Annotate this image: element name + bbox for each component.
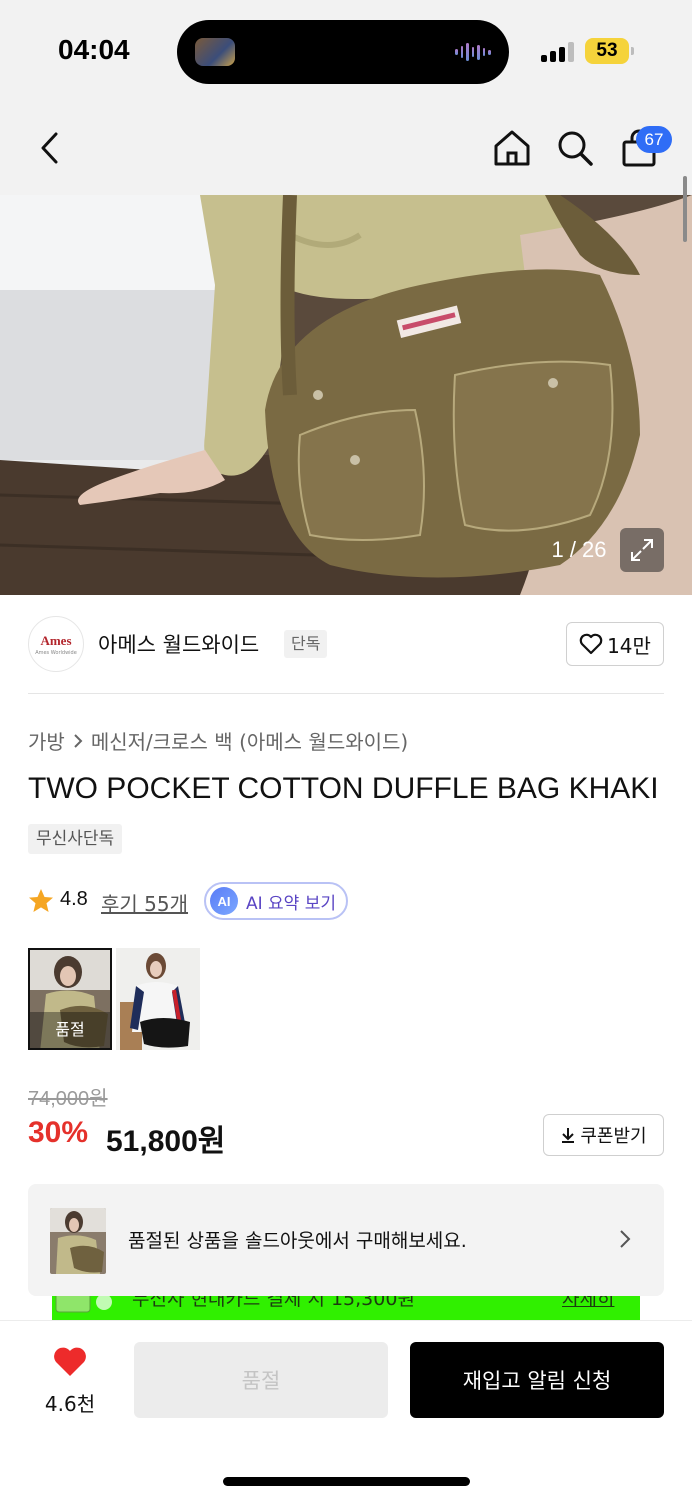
brand-like-count: 14만: [607, 633, 651, 658]
card-promo-banner[interactable]: 무신사 현대카드 결제 시 15,300원 자세히: [52, 1296, 640, 1320]
rating-value: 4.8: [60, 888, 88, 910]
promo-text: 무신사 현대카드 결제 시 15,300원: [132, 1296, 415, 1310]
image-counter: 1 / 26: [551, 537, 607, 562]
brand-row: Ames Ames Worldwide 아메스 월드와이드 단독 14만: [28, 616, 664, 672]
chevron-right-icon: [620, 1230, 631, 1248]
wishlist-count: 4.6천: [44, 1392, 96, 1416]
product-title: TWO POCKET COTTON DUFFLE BAG KHAKI: [28, 772, 659, 805]
heart-filled-icon: [54, 1347, 86, 1376]
breadcrumb-subcategory[interactable]: 메신저/크로스 백 (아메스 월드와이드): [91, 726, 408, 755]
star-icon: [29, 889, 53, 912]
cart-count-badge: 67: [636, 126, 672, 153]
scrollbar[interactable]: [683, 176, 687, 242]
status-time: 04:04: [58, 34, 130, 65]
battery-indicator: 53: [585, 38, 629, 64]
brand-logo-text: Ames: [40, 632, 72, 648]
top-navigation: [0, 100, 692, 195]
status-bar: 04:04 53: [0, 0, 692, 100]
expand-image-button[interactable]: [620, 528, 664, 572]
brand-like-button[interactable]: 14만: [566, 622, 664, 666]
download-icon: [562, 1128, 575, 1143]
cellular-signal-icon: [541, 40, 575, 62]
brand-exclusive-tag: 단독: [284, 630, 328, 658]
coupon-label: 쿠폰받기: [580, 1126, 647, 1147]
promo-detail-link[interactable]: 자세히: [562, 1296, 614, 1311]
brand-logo[interactable]: Ames Ames Worldwide: [28, 616, 84, 672]
now-playing-artwork: [195, 38, 235, 66]
variant-thumbnail-khaki[interactable]: 품절: [28, 948, 112, 1050]
dynamic-island[interactable]: [177, 20, 509, 84]
sale-price: 51,800원: [106, 1125, 226, 1158]
breadcrumb: 가방 메신저/크로스 백 (아메스 월드와이드): [28, 726, 408, 755]
breadcrumb-category[interactable]: 가방: [28, 726, 65, 755]
review-count-link[interactable]: 후기 55개: [101, 888, 188, 917]
variant-soldout-label: 품절: [30, 1012, 110, 1048]
variant-thumbnail-black[interactable]: [116, 948, 200, 1050]
soldout-marketplace-banner[interactable]: 품절된 상품을 솔드아웃에서 구매해보세요.: [28, 1184, 664, 1296]
home-icon[interactable]: [492, 128, 532, 168]
home-indicator[interactable]: [223, 1477, 470, 1486]
soldout-banner-text: 품절된 상품을 솔드아웃에서 구매해보세요.: [128, 1230, 467, 1252]
wishlist-button[interactable]: 4.6천: [30, 1344, 110, 1416]
variant-photo: [116, 948, 200, 1050]
soldout-button[interactable]: 품절: [134, 1342, 388, 1418]
original-price: 74,000원: [28, 1088, 108, 1110]
ai-summary-button[interactable]: AI AI 요약 보기: [204, 882, 348, 920]
heart-outline-icon: [579, 633, 603, 655]
battery-tip: [631, 47, 634, 55]
restock-alert-button[interactable]: 재입고 알림 신청: [410, 1342, 664, 1418]
chevron-right-icon: [74, 733, 83, 748]
rating-row: 4.8 후기 55개 AI AI 요약 보기: [28, 882, 428, 920]
search-icon[interactable]: [555, 128, 595, 168]
back-icon[interactable]: [30, 128, 70, 168]
expand-icon: [631, 539, 653, 561]
divider: [28, 693, 664, 694]
ai-icon: AI: [210, 887, 238, 915]
ai-summary-label: AI 요약 보기: [246, 893, 337, 914]
audio-waveform-icon: [455, 42, 492, 62]
musinsa-exclusive-tag: 무신사단독: [28, 824, 123, 854]
brand-logo-subtext: Ames Worldwide: [35, 649, 77, 656]
brand-name[interactable]: 아메스 월드와이드: [98, 629, 259, 659]
banner-photo: [50, 1208, 106, 1274]
promo-card-icon: [55, 1296, 112, 1313]
discount-rate: 30%: [28, 1116, 89, 1149]
banner-thumbnail: [50, 1208, 106, 1274]
coupon-button[interactable]: 쿠폰받기: [543, 1114, 664, 1156]
